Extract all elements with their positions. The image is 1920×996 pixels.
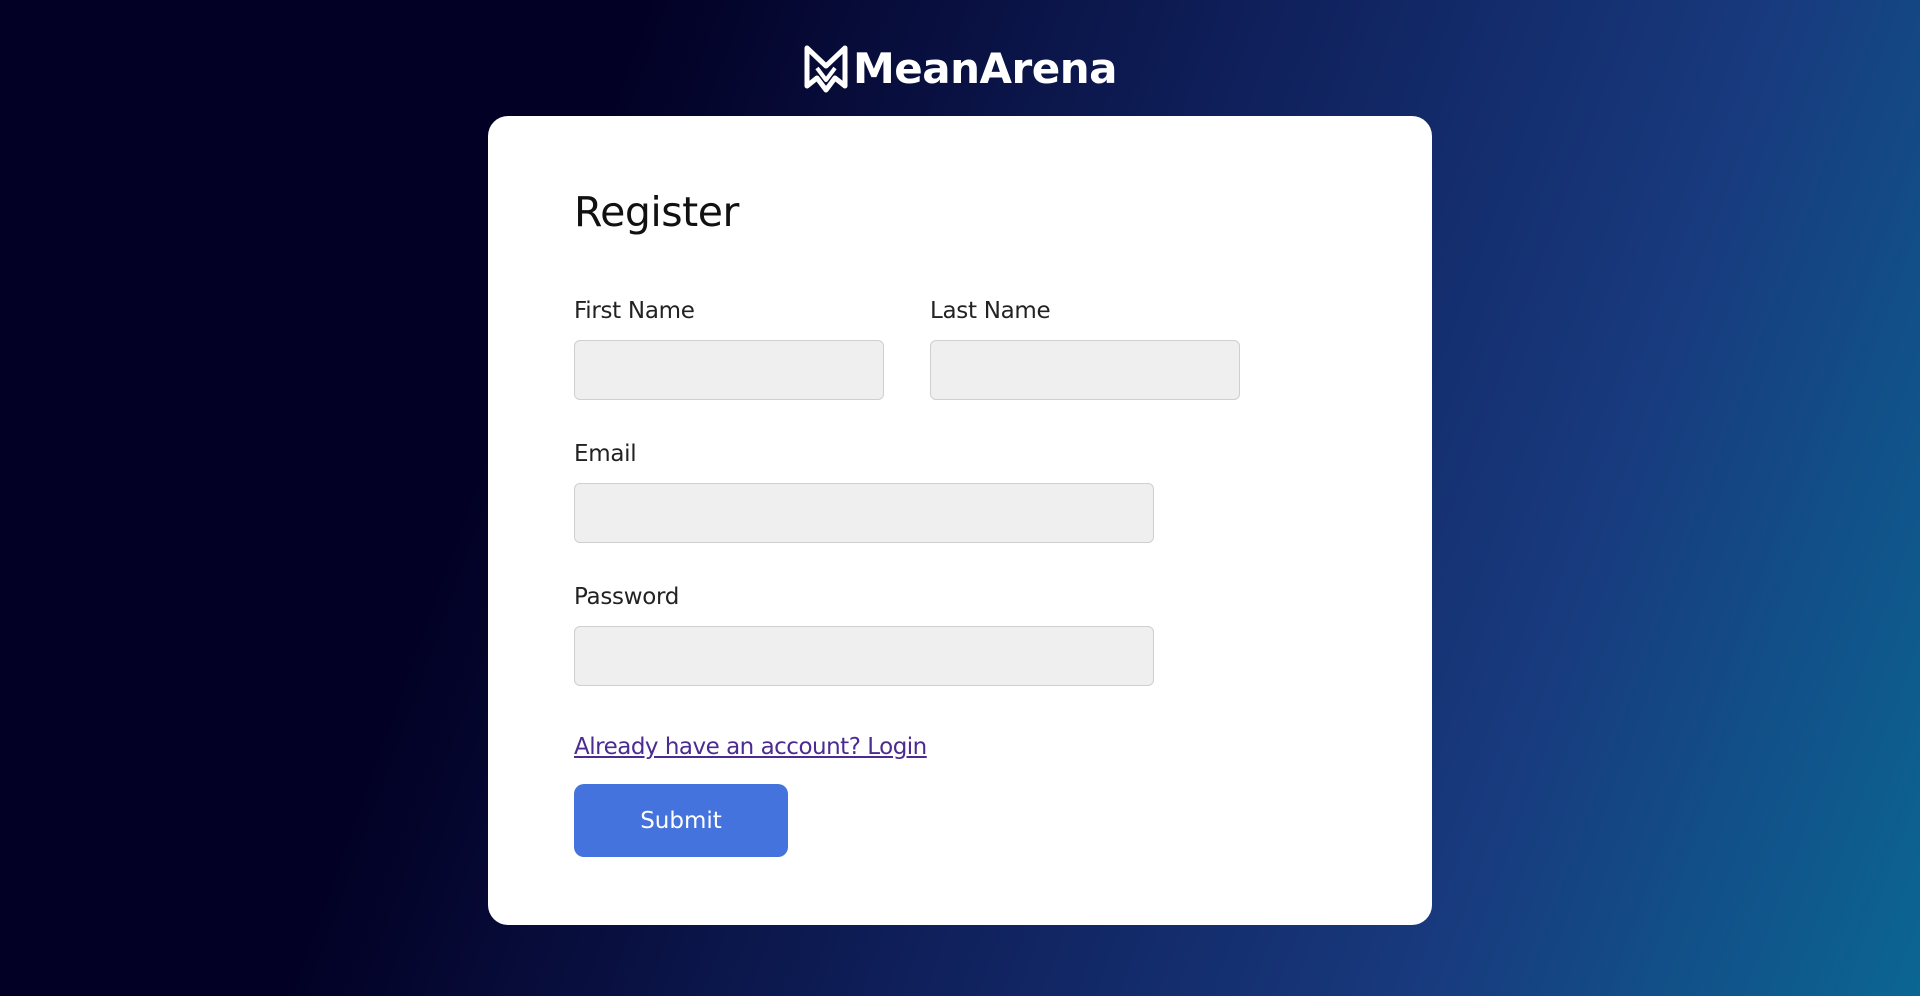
submit-button[interactable]: Submit xyxy=(574,784,788,857)
password-label: Password xyxy=(574,584,680,610)
meanarena-logo-icon xyxy=(804,45,848,93)
first-name-input[interactable] xyxy=(574,340,884,400)
email-label: Email xyxy=(574,441,637,467)
email-input[interactable] xyxy=(574,483,1154,543)
login-link[interactable]: Already have an account? Login xyxy=(574,734,927,760)
page-title: Register xyxy=(574,188,739,236)
last-name-label: Last Name xyxy=(930,298,1051,324)
brand-header: MeanArena xyxy=(0,42,1920,96)
register-card: Register First Name Last Name Email Pass… xyxy=(488,116,1432,925)
brand-name: MeanArena xyxy=(853,44,1117,93)
first-name-label: First Name xyxy=(574,298,695,324)
password-input[interactable] xyxy=(574,626,1154,686)
last-name-input[interactable] xyxy=(930,340,1240,400)
